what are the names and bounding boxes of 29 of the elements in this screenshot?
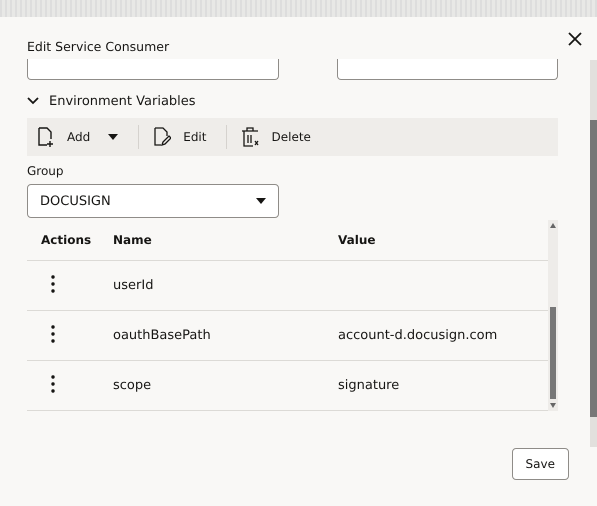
scrollbar[interactable] — [548, 220, 558, 411]
table-cell-text: scope — [113, 378, 152, 393]
column-header: Value — [338, 233, 377, 247]
dialog-scrollbar[interactable] — [590, 60, 597, 447]
edit-button[interactable]: Edit — [153, 122, 218, 152]
table-cell-text: userId — [113, 278, 154, 293]
table-cell-text: signature — [338, 378, 400, 393]
scroll-up-icon[interactable] — [550, 223, 556, 228]
trash-icon — [241, 127, 260, 147]
caret-icon — [108, 134, 118, 140]
group-select[interactable]: DOCUSIGN — [27, 184, 279, 218]
group-label: Group — [27, 164, 65, 178]
input-field[interactable] — [337, 59, 558, 80]
edit-document-icon — [153, 127, 172, 147]
add-button[interactable]: Add — [37, 122, 130, 152]
dialog-title: Edit Service Consumer — [27, 39, 170, 56]
add-document-icon — [37, 127, 55, 147]
section-toggle[interactable]: Environment Variables — [27, 92, 196, 110]
column-header: Name — [113, 233, 153, 247]
table-cell-text: oauthBasePath — [113, 328, 212, 343]
table-cell-text: account-d.docusign.com — [338, 328, 498, 343]
caret-icon — [256, 198, 266, 204]
close-icon[interactable] — [567, 31, 583, 47]
save-button[interactable]: Save — [512, 448, 569, 480]
delete-button[interactable]: Delete — [241, 122, 323, 152]
chevron-icon — [27, 97, 39, 105]
input-field[interactable] — [27, 59, 279, 80]
scroll-down-icon[interactable] — [550, 403, 556, 408]
column-header: Actions — [40, 233, 92, 247]
